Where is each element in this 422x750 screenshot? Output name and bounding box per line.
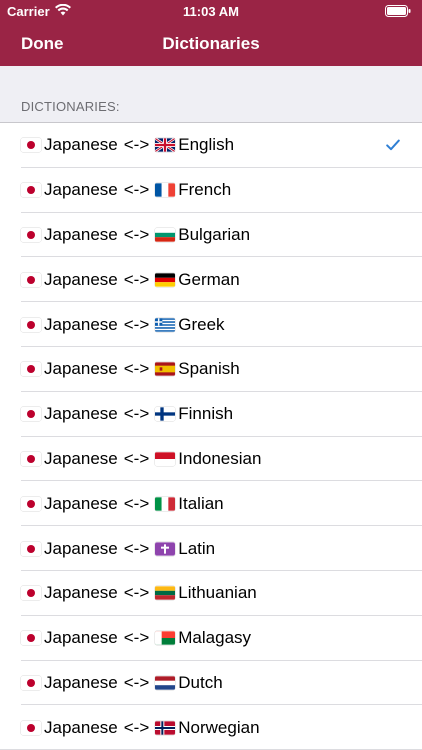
dictionary-row-nl[interactable]: Japanese <-> Dutch	[0, 661, 422, 706]
dictionary-row-gr[interactable]: Japanese <-> Greek	[0, 302, 422, 347]
source-language-label: Japanese	[44, 404, 118, 424]
flag-id-icon	[155, 452, 176, 466]
flag-mg-icon	[155, 631, 176, 645]
source-language-label: Japanese	[44, 583, 118, 603]
target-language-label: Norwegian	[178, 717, 260, 737]
target-language-label: Finnish	[178, 404, 234, 424]
source-language-label: Japanese	[44, 448, 118, 468]
direction-separator: <->	[123, 583, 150, 603]
source-language-label: Japanese	[44, 224, 118, 244]
source-language-label: Japanese	[44, 628, 118, 648]
flag-jp-icon	[21, 228, 41, 242]
dictionary-row-no[interactable]: Japanese <-> Norwegian	[0, 705, 422, 750]
dictionary-row-gb[interactable]: Japanese <-> English	[0, 123, 422, 168]
dictionary-row-fr[interactable]: Japanese <-> French	[0, 168, 422, 213]
status-time: 11:03 AM	[183, 4, 239, 19]
flag-jp-icon	[21, 721, 41, 735]
direction-separator: <->	[123, 448, 150, 468]
direction-separator: <->	[123, 180, 150, 200]
target-language-label: Italian	[178, 493, 224, 513]
dictionary-row-fi[interactable]: Japanese <-> Finnish	[0, 392, 422, 437]
direction-separator: <->	[123, 493, 150, 513]
target-language-label: Lithuanian	[178, 583, 257, 603]
source-language-label: Japanese	[44, 359, 118, 379]
dictionary-row-es[interactable]: Japanese <-> Spanish	[0, 347, 422, 392]
dictionary-row-mg[interactable]: Japanese <-> Malagasy	[0, 616, 422, 661]
direction-separator: <->	[123, 224, 150, 244]
flag-nl-icon	[155, 676, 176, 690]
direction-separator: <->	[123, 672, 150, 692]
dictionary-row-de[interactable]: Japanese <-> German	[0, 257, 422, 302]
target-language-label: French	[178, 180, 232, 200]
target-language-label: Indonesian	[178, 448, 262, 468]
status-bar: Carrier 11:03 AM	[0, 0, 422, 22]
dictionary-row-lt[interactable]: Japanese <-> Lithuanian	[0, 571, 422, 616]
source-language-label: Japanese	[44, 180, 118, 200]
source-language-label: Japanese	[44, 314, 118, 334]
source-language-label: Japanese	[44, 672, 118, 692]
done-button[interactable]: Done	[21, 34, 64, 54]
direction-separator: <->	[123, 135, 150, 155]
direction-separator: <->	[123, 269, 150, 289]
target-language-label: Bulgarian	[178, 224, 251, 244]
navigation-header: Carrier 11:03 AM Done Dictionaries	[0, 0, 422, 66]
flag-jp-icon	[21, 452, 41, 466]
source-language-label: Japanese	[44, 135, 118, 155]
flag-jp-icon	[21, 138, 41, 153]
dictionary-row-it[interactable]: Japanese <-> Italian	[0, 481, 422, 526]
direction-separator: <->	[123, 404, 150, 424]
target-language-label: German	[178, 269, 240, 289]
dictionary-row-latin-cross[interactable]: Japanese <-> Latin	[0, 526, 422, 571]
flag-bg-icon	[155, 228, 176, 242]
direction-separator: <->	[123, 314, 150, 334]
target-language-label: English	[178, 135, 235, 155]
dictionary-list: Japanese <-> English Japanese <-> French Japan…	[0, 122, 422, 750]
target-language-label: Spanish	[178, 359, 240, 379]
source-language-label: Japanese	[44, 269, 118, 289]
flag-jp-icon	[21, 362, 41, 377]
direction-separator: <->	[123, 717, 150, 737]
dictionary-row-bg[interactable]: Japanese <-> Bulgarian	[0, 213, 422, 258]
source-language-label: Japanese	[44, 717, 118, 737]
flag-jp-icon	[21, 317, 41, 332]
flag-jp-icon	[21, 541, 41, 556]
source-language-label: Japanese	[44, 538, 118, 558]
flag-fr-icon	[155, 183, 176, 197]
dictionary-row-id[interactable]: Japanese <-> Indonesian	[0, 437, 422, 482]
flag-es-icon	[155, 362, 176, 377]
target-language-label: Dutch	[178, 672, 223, 692]
battery-icon	[385, 5, 412, 20]
flag-jp-icon	[21, 497, 41, 511]
flag-it-icon	[155, 497, 176, 511]
direction-separator: <->	[123, 359, 150, 379]
flag-jp-icon	[21, 676, 41, 690]
flag-jp-icon	[21, 631, 41, 645]
direction-separator: <->	[123, 628, 150, 648]
flag-fi-icon	[155, 407, 176, 421]
target-language-label: Latin	[178, 538, 216, 558]
flag-latin-cross-icon	[155, 541, 176, 556]
target-language-label: Greek	[178, 314, 225, 334]
direction-separator: <->	[123, 538, 150, 558]
target-language-label: Malagasy	[178, 628, 252, 648]
nav-bar: Done Dictionaries	[0, 22, 422, 66]
flag-jp-icon	[21, 586, 41, 601]
flag-no-icon	[155, 721, 176, 735]
flag-jp-icon	[21, 273, 41, 287]
flag-lt-icon	[155, 586, 176, 601]
flag-de-icon	[155, 273, 176, 287]
section-header: DICTIONARIES:	[21, 99, 120, 114]
flag-jp-icon	[21, 407, 41, 421]
flag-jp-icon	[21, 183, 41, 197]
checkmark-icon	[386, 136, 400, 156]
source-language-label: Japanese	[44, 493, 118, 513]
flag-gb-icon	[155, 138, 176, 153]
flag-gr-icon	[155, 317, 176, 332]
